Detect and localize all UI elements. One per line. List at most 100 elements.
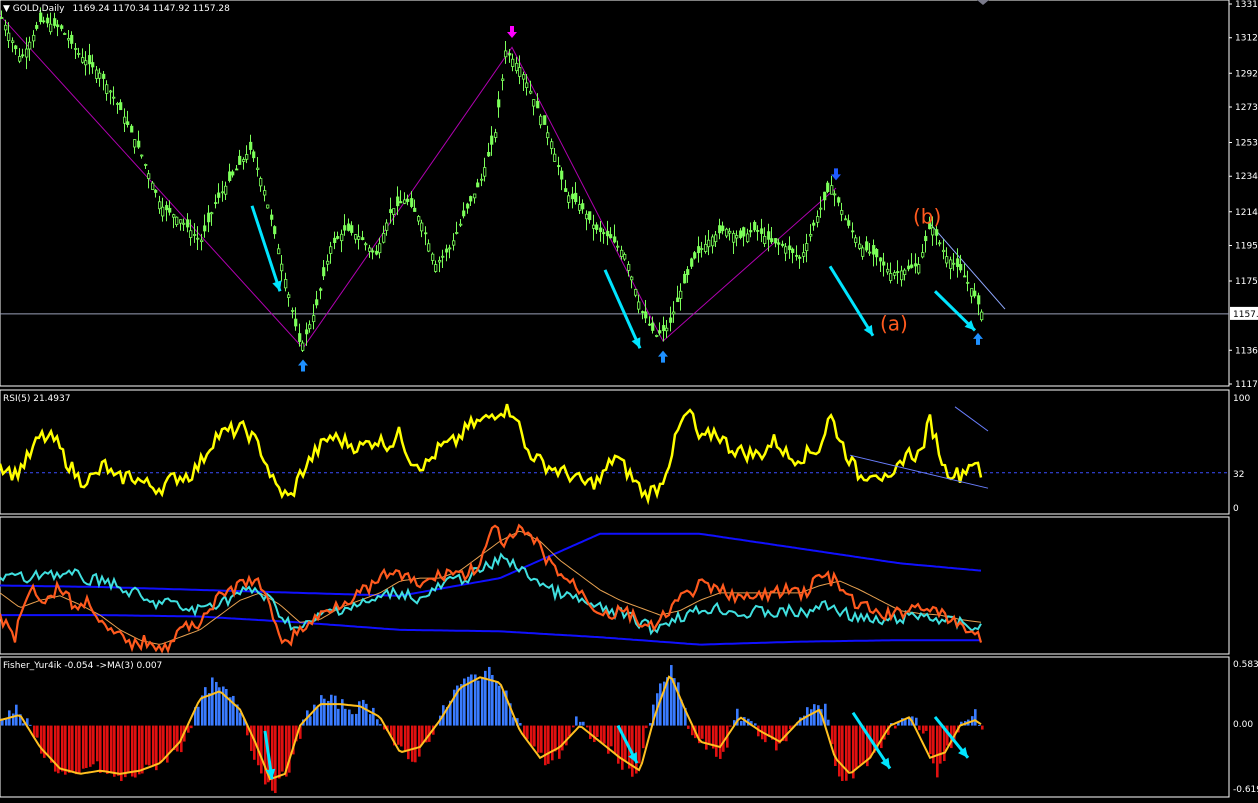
candle-body xyxy=(172,214,176,218)
candle-body xyxy=(672,311,676,315)
candle-body xyxy=(980,311,984,321)
chart-window: (a) (b) 1331.35 1312.40 1292.45 1273.50 1253.… xyxy=(0,0,1258,798)
candle-body xyxy=(735,235,739,239)
histogram-bar-negative xyxy=(103,725,106,771)
candle-body xyxy=(977,295,981,305)
candle-body xyxy=(4,24,8,31)
histogram-bar-negative xyxy=(981,725,984,730)
histogram-bar-negative xyxy=(645,725,648,729)
histogram-bar-negative xyxy=(925,725,928,731)
histogram-bar-negative xyxy=(106,725,109,774)
candle-body xyxy=(133,139,137,148)
candle-body xyxy=(417,216,421,222)
wave-label-b: (b) xyxy=(913,204,941,228)
histogram-bar-positive xyxy=(309,716,312,726)
candle-body xyxy=(347,223,351,231)
histogram-bar-positive xyxy=(491,674,494,726)
candle-body xyxy=(522,74,526,80)
histogram-bar-negative xyxy=(110,725,113,772)
candle-body xyxy=(32,34,36,42)
candle-body xyxy=(95,69,99,79)
histogram-bar-negative xyxy=(138,725,141,775)
histogram-bar-negative xyxy=(281,725,284,772)
candle-body xyxy=(518,67,522,77)
candle-body xyxy=(382,232,386,243)
candle-body xyxy=(714,234,718,243)
histogram-bar-positive xyxy=(376,719,379,726)
histogram-bar-negative xyxy=(260,725,263,774)
candle-body xyxy=(550,141,554,149)
candle-body xyxy=(179,219,183,224)
histogram-bar-negative xyxy=(593,725,596,743)
candle-body xyxy=(273,226,277,235)
candle-body xyxy=(312,315,316,323)
candle-body xyxy=(109,90,113,93)
histogram-bar-negative xyxy=(918,725,921,731)
histogram-bar-positive xyxy=(670,665,673,726)
candle-body xyxy=(627,264,631,271)
histogram-bar-negative xyxy=(939,725,942,764)
candle-body xyxy=(420,222,424,232)
candle-body xyxy=(697,246,701,254)
candle-body xyxy=(602,232,606,235)
candle-body xyxy=(676,297,680,303)
candle-body xyxy=(46,17,50,24)
candle-body xyxy=(942,249,946,253)
histogram-bar-negative xyxy=(162,725,165,759)
histogram-bar-negative xyxy=(929,725,932,755)
candle-body xyxy=(357,236,361,240)
histogram-bar-negative xyxy=(117,725,120,776)
fisher-axis: 0.583 0.00 -0.619 xyxy=(1233,660,1258,795)
candle-body xyxy=(914,263,918,267)
candle-body xyxy=(130,125,134,133)
candle-body xyxy=(725,228,729,237)
histogram-bar-positive xyxy=(477,680,480,726)
candle-body xyxy=(399,201,403,204)
histogram-bar-negative xyxy=(418,725,421,757)
candle-body xyxy=(490,135,494,145)
candle-body xyxy=(644,311,648,319)
candle-body xyxy=(151,182,155,190)
symbol-title: ▼ GOLD,Daily 1169.24 1170.34 1147.92 1157… xyxy=(3,4,230,14)
menu-triangle-icon[interactable]: ▼ xyxy=(3,4,13,14)
candle-body xyxy=(434,264,438,272)
histogram-bar-negative xyxy=(729,725,732,727)
histogram-bar-positive xyxy=(316,707,319,726)
candle-body xyxy=(14,45,18,50)
candle-body xyxy=(231,171,235,176)
histogram-bar-positive xyxy=(348,709,351,726)
candle-body xyxy=(263,190,267,196)
candle-body xyxy=(221,191,225,194)
candle-body xyxy=(893,272,897,276)
candle-body xyxy=(168,207,172,213)
candle-body xyxy=(298,333,302,342)
candle-body xyxy=(952,262,956,265)
histogram-bar-positive xyxy=(974,709,977,726)
candle-body xyxy=(235,168,239,171)
histogram-bar-positive xyxy=(201,695,204,726)
candle-body xyxy=(280,263,284,272)
histogram-bar-positive xyxy=(5,718,8,726)
candle-body xyxy=(889,273,893,281)
candle-body xyxy=(259,178,263,187)
candle-body xyxy=(637,301,641,310)
rsi-title: RSI(5) 21.4937 xyxy=(3,394,70,404)
histogram-bar-positive xyxy=(344,708,347,726)
histogram-bar-positive xyxy=(239,712,242,726)
candle-body xyxy=(833,193,837,196)
candle-body xyxy=(742,227,746,237)
candle-body xyxy=(798,256,802,259)
candle-body xyxy=(389,209,393,214)
histogram-bar-positive xyxy=(313,704,316,726)
symbol-label: GOLD,Daily xyxy=(13,4,65,14)
histogram-bar-negative xyxy=(554,725,557,752)
candle-body xyxy=(791,248,795,253)
histogram-bar-negative xyxy=(124,725,127,778)
histogram-bar-positive xyxy=(365,703,368,726)
histogram-bar-negative xyxy=(176,725,179,752)
candle-body xyxy=(431,253,435,261)
histogram-bar-negative xyxy=(78,725,81,774)
candle-body xyxy=(574,192,578,203)
candle-body xyxy=(959,264,963,271)
candle-body xyxy=(525,82,529,88)
